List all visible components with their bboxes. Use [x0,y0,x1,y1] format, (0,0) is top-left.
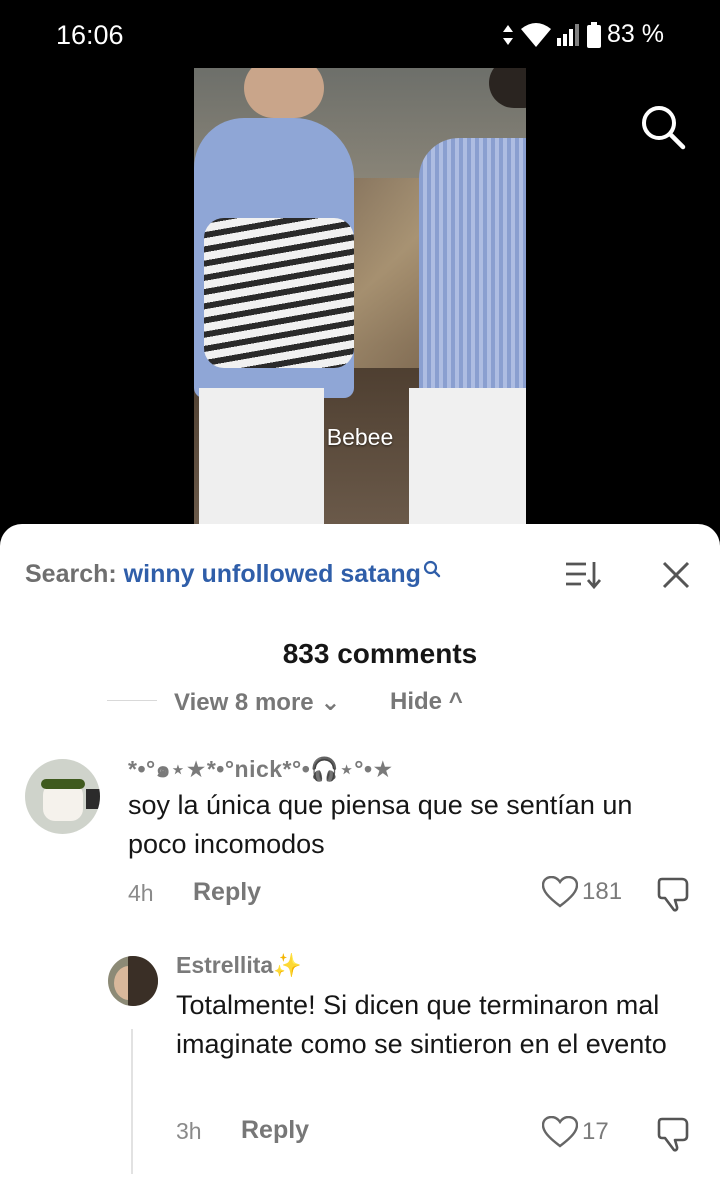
thumbs-down-icon [657,1117,689,1152]
search-term-icon [423,556,441,585]
avatar[interactable] [25,759,100,834]
like-button[interactable]: 17 [542,1116,609,1148]
search-prefix-label: Search: [25,560,117,588]
comment-time: 3h [176,1118,202,1144]
search-term[interactable]: winny unfollowed satang [124,560,421,588]
chevron-up-icon: ^ [448,688,463,715]
dislike-button[interactable] [656,876,694,917]
avatar-hair [128,956,158,1006]
avatar[interactable] [108,956,158,1006]
video-person-left-pants [199,388,324,528]
video-person-right-pants [409,388,526,528]
video-caption: Bebee [326,424,394,450]
like-count: 17 [582,1118,609,1145]
video-person-left-sleeves [204,218,354,368]
close-icon [662,561,690,589]
battery-icon [587,21,602,48]
thumbs-down-icon [657,877,689,912]
chevron-down-icon: ⌄ [320,689,341,716]
avatar-glasses [41,779,85,789]
heart-icon [542,876,578,908]
thread-line [131,1029,133,1174]
comment-text: soy la única que piensa que se sentían u… [128,790,633,859]
related-search-link[interactable]: Search: winny unfollowed satang [25,560,441,589]
close-comments-button[interactable] [661,560,691,595]
hide-replies-button[interactable]: Hide ^ [390,688,463,716]
like-button[interactable]: 181 [542,876,622,908]
video-person-right-head [489,68,526,108]
data-arrows-icon [503,24,514,45]
wifi-icon [521,22,552,47]
status-bar: 16:06 83 % [0,0,720,70]
video-person-left-head [244,68,324,118]
comment-username[interactable]: *•°๑⋆★*•°nick*°•🎧⋆°•★ [128,752,394,788]
video-person-right-shirt [419,138,526,398]
reply-button[interactable]: Reply [241,1116,309,1145]
sort-icon [566,562,602,590]
video-player[interactable]: Bebee [194,68,526,528]
status-icons: 83 % [501,20,664,49]
comments-sheet: Search: winny unfollowed satang 833 comm… [0,524,720,1179]
signal-icon [557,23,580,46]
like-count: 181 [582,878,623,905]
comment-time: 4h [128,880,154,906]
heart-icon [542,1116,578,1148]
view-more-replies-button[interactable]: View 8 more ⌄ [174,688,340,717]
reply-button[interactable]: Reply [193,878,261,907]
status-time: 16:06 [56,20,124,50]
view-more-row: View 8 more ⌄ Hide ^ [107,688,607,718]
avatar-detail [86,789,100,809]
battery-percent: 83 % [607,20,664,48]
comment-username[interactable]: Estrellita✨ [176,952,302,979]
view-more-label: View 8 more [174,689,314,716]
hide-label: Hide [390,688,443,715]
search-button[interactable] [640,104,686,155]
comment-text: Totalmente! Si dicen que terminaron mal … [176,990,667,1059]
search-icon [642,106,686,150]
dislike-button[interactable] [656,1116,694,1157]
divider [107,700,157,701]
comment-count: 833 comments [282,638,478,669]
sort-comments-button[interactable] [564,560,602,595]
